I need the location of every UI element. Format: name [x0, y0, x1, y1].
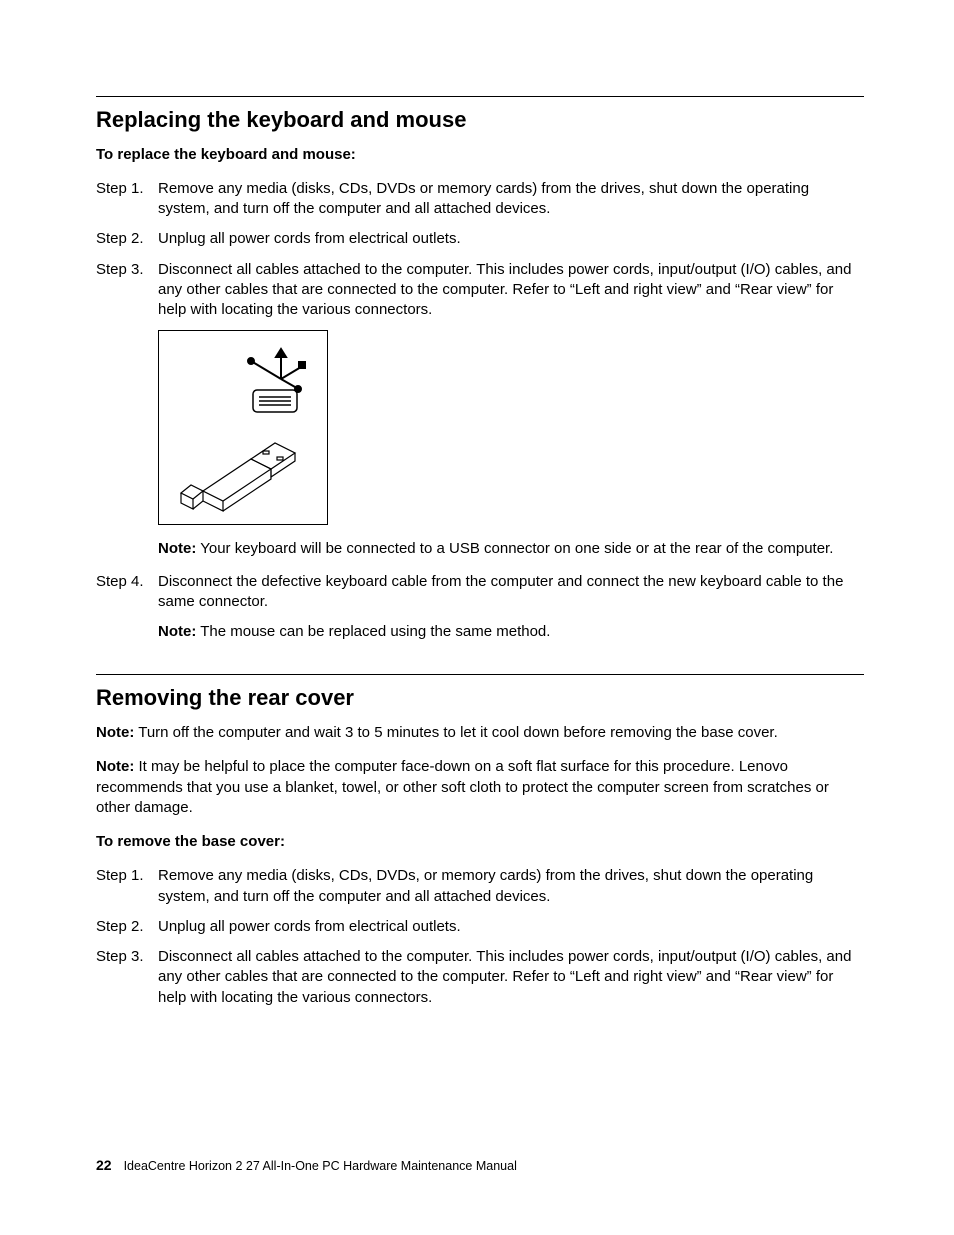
page-number: 22 [96, 1157, 112, 1173]
step-label: Step 3. [96, 260, 158, 321]
step-text: Unplug all power cords from electrical o… [158, 917, 864, 937]
step-label: Step 3. [96, 947, 158, 1008]
note-block: Note: It may be helpful to place the com… [96, 757, 864, 818]
usb-connector-figure [158, 330, 328, 525]
step-label: Step 1. [96, 179, 158, 220]
note-text: It may be helpful to place the computer … [96, 758, 829, 816]
step-label: Step 1. [96, 866, 158, 907]
list-item: Step 2. Unplug all power cords from elec… [96, 229, 864, 249]
note-block: Note: Turn off the computer and wait 3 t… [96, 723, 864, 743]
list-item: Step 2. Unplug all power cords from elec… [96, 917, 864, 937]
page: Replacing the keyboard and mouse To repl… [0, 0, 954, 1235]
list-item: Step 3. Disconnect all cables attached t… [96, 947, 864, 1008]
list-item: Step 1. Remove any media (disks, CDs, DV… [96, 866, 864, 907]
divider [96, 674, 864, 675]
section-heading-replacing: Replacing the keyboard and mouse [96, 105, 864, 135]
step-label: Step 2. [96, 229, 158, 249]
note-text: Turn off the computer and wait 3 to 5 mi… [134, 724, 777, 741]
footer-title: IdeaCentre Horizon 2 27 All-In-One PC Ha… [124, 1159, 517, 1173]
step-text: Remove any media (disks, CDs, DVDs or me… [158, 179, 864, 220]
note-label: Note: [96, 724, 134, 741]
note-block: Note: The mouse can be replaced using th… [158, 622, 864, 642]
note-label: Note: [158, 540, 196, 557]
step-label: Step 2. [96, 917, 158, 937]
note-label: Note: [158, 623, 196, 640]
step-text: Disconnect the defective keyboard cable … [158, 572, 864, 613]
section-heading-removing: Removing the rear cover [96, 683, 864, 713]
step-label: Step 4. [96, 572, 158, 613]
step-text: Disconnect all cables attached to the co… [158, 260, 864, 321]
page-footer: 22 IdeaCentre Horizon 2 27 All-In-One PC … [96, 1156, 517, 1175]
step-text: Remove any media (disks, CDs, DVDs, or m… [158, 866, 864, 907]
section2-subhead: To remove the base cover: [96, 832, 864, 852]
section2-steps: Step 1. Remove any media (disks, CDs, DV… [96, 866, 864, 1008]
step-text: Disconnect all cables attached to the co… [158, 947, 864, 1008]
list-item: Step 1. Remove any media (disks, CDs, DV… [96, 179, 864, 220]
list-item: Step 4. Disconnect the defective keyboar… [96, 572, 864, 613]
list-item: Step 3. Disconnect all cables attached t… [96, 260, 864, 321]
note-label: Note: [96, 758, 134, 775]
usb-icon [163, 335, 323, 520]
note-block: Note: Your keyboard will be connected to… [158, 539, 864, 559]
note-text: Your keyboard will be connected to a USB… [196, 540, 833, 557]
divider [96, 96, 864, 97]
section1-subhead: To replace the keyboard and mouse: [96, 145, 864, 165]
section1-steps: Step 1. Remove any media (disks, CDs, DV… [96, 179, 864, 321]
note-text: The mouse can be replaced using the same… [196, 623, 550, 640]
step-text: Unplug all power cords from electrical o… [158, 229, 864, 249]
